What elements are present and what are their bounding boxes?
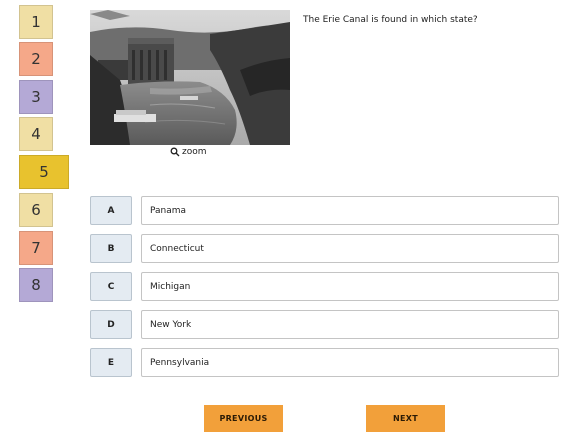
nav-item-label: 2 [31, 50, 41, 68]
zoom-link[interactable]: zoom [170, 147, 207, 157]
answer-text: New York [150, 319, 192, 330]
answer-letter-label: C [107, 281, 115, 292]
nav-item-label: 3 [31, 88, 41, 106]
nav-item-label: 8 [31, 276, 41, 294]
magnifier-icon [170, 147, 180, 157]
next-button[interactable]: NEXT [366, 405, 445, 432]
nav-item-4[interactable]: 4 [19, 117, 53, 151]
question-text: The Erie Canal is found in which state? [303, 15, 478, 25]
answer-text: Pennsylvania [150, 357, 210, 368]
question-photo[interactable] [90, 10, 290, 145]
nav-item-8[interactable]: 8 [19, 268, 53, 302]
answer-c-letter[interactable]: C [90, 272, 132, 301]
nav-item-3[interactable]: 3 [19, 80, 53, 114]
answer-c-option[interactable]: Michigan [141, 272, 559, 301]
answer-b-option[interactable]: Connecticut [141, 234, 559, 263]
previous-button[interactable]: PREVIOUS [204, 405, 283, 432]
answer-a-option[interactable]: Panama [141, 196, 559, 225]
answer-b-letter[interactable]: B [90, 234, 132, 263]
answer-e-option[interactable]: Pennsylvania [141, 348, 559, 377]
answer-letter-label: D [107, 319, 115, 330]
answer-letter-label: E [107, 357, 115, 368]
answer-text: Connecticut [150, 243, 204, 254]
answer-d-letter[interactable]: D [90, 310, 132, 339]
answer-text: Michigan [150, 281, 191, 292]
nav-item-5-current[interactable]: 5 [19, 155, 69, 189]
nav-item-1[interactable]: 1 [19, 5, 53, 39]
zoom-label: zoom [182, 147, 207, 157]
nav-item-label: 6 [31, 201, 41, 219]
answer-a-letter[interactable]: A [90, 196, 132, 225]
answer-text: Panama [150, 205, 187, 216]
nav-item-label: 1 [31, 13, 41, 31]
nav-item-6[interactable]: 6 [19, 193, 53, 227]
nav-item-label: 4 [31, 125, 41, 143]
answer-d-option[interactable]: New York [141, 310, 559, 339]
nav-item-7[interactable]: 7 [19, 231, 53, 265]
answer-letter-label: B [107, 243, 115, 254]
nav-item-label: 5 [39, 163, 49, 181]
nav-item-label: 7 [31, 239, 41, 257]
answer-letter-label: A [107, 205, 115, 216]
answer-e-letter[interactable]: E [90, 348, 132, 377]
nav-item-2[interactable]: 2 [19, 42, 53, 76]
